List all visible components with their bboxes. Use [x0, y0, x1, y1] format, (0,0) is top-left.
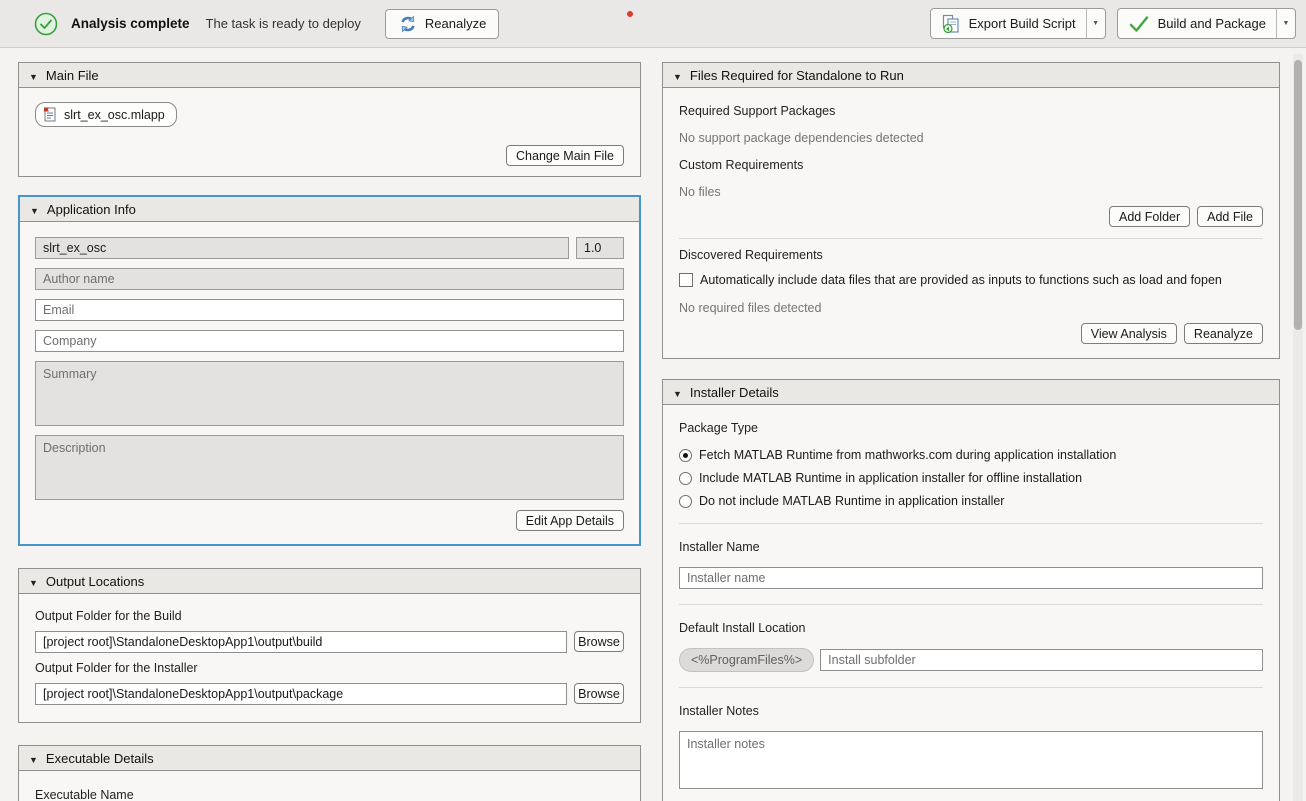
custom-requirements-label: Custom Requirements	[679, 158, 1263, 172]
summary-field[interactable]	[35, 361, 624, 426]
radio-icon	[679, 495, 692, 508]
installer-details-header[interactable]: Installer Details	[663, 380, 1279, 405]
collapse-caret-icon	[673, 385, 682, 400]
status-title: Analysis complete	[71, 16, 190, 31]
reanalyze-toolbar-label: Reanalyze	[425, 16, 486, 31]
collapse-caret-icon	[673, 68, 682, 83]
main-file-section: Main File slrt_ex_osc.mlapp Change Main …	[18, 62, 641, 177]
reanalyze-toolbar-button[interactable]: Reanalyze	[385, 9, 499, 39]
reanalyze-section-button[interactable]: Reanalyze	[1184, 323, 1263, 344]
section-divider	[679, 238, 1263, 239]
build-folder-label: Output Folder for the Build	[35, 609, 624, 623]
vertical-scrollbar[interactable]	[1293, 54, 1303, 801]
email-field[interactable]	[35, 299, 624, 321]
export-dropdown-arrow-icon[interactable]	[1086, 9, 1105, 38]
export-build-script-label: Export Build Script	[969, 16, 1076, 31]
radio-include-runtime-label: Include MATLAB Runtime in application in…	[699, 471, 1082, 485]
installer-notes-input[interactable]	[679, 731, 1263, 789]
section-divider	[679, 687, 1263, 688]
section-divider	[679, 523, 1263, 524]
add-folder-button[interactable]: Add Folder	[1109, 206, 1190, 227]
radio-no-runtime-label: Do not include MATLAB Runtime in applica…	[699, 494, 1004, 508]
files-required-title: Files Required for Standalone to Run	[690, 68, 904, 83]
build-and-package-label: Build and Package	[1158, 16, 1266, 31]
installer-folder-input[interactable]	[35, 683, 567, 705]
output-locations-header[interactable]: Output Locations	[19, 569, 640, 594]
main-file-title: Main File	[46, 68, 99, 83]
export-script-icon	[941, 14, 961, 34]
main-file-header[interactable]: Main File	[19, 63, 640, 88]
browse-build-button[interactable]: Browse	[574, 631, 624, 652]
required-support-packages-label: Required Support Packages	[679, 104, 1263, 118]
task-content: Main File slrt_ex_osc.mlapp Change Main …	[0, 48, 1306, 801]
installer-name-input[interactable]	[679, 567, 1263, 589]
files-required-section: Files Required for Standalone to Run Req…	[662, 62, 1280, 359]
add-file-button[interactable]: Add File	[1197, 206, 1263, 227]
main-file-chip[interactable]: slrt_ex_osc.mlapp	[35, 102, 177, 127]
radio-fetch-runtime[interactable]: Fetch MATLAB Runtime from mathworks.com …	[679, 448, 1263, 462]
installer-notes-label: Installer Notes	[679, 704, 1263, 718]
change-main-file-button[interactable]: Change Main File	[506, 145, 624, 166]
output-locations-section: Output Locations Output Folder for the B…	[18, 568, 641, 723]
collapse-caret-icon	[29, 68, 38, 83]
custom-requirements-status: No files	[679, 185, 1263, 199]
executable-name-label: Executable Name	[35, 788, 134, 801]
radio-fetch-runtime-label: Fetch MATLAB Runtime from mathworks.com …	[699, 448, 1116, 462]
radio-include-runtime[interactable]: Include MATLAB Runtime in application in…	[679, 471, 1263, 485]
author-name-field[interactable]	[35, 268, 624, 290]
edit-app-details-button[interactable]: Edit App Details	[516, 510, 624, 531]
build-folder-input[interactable]	[35, 631, 567, 653]
discovered-status: No required files detected	[679, 301, 1263, 315]
program-files-chip: <%ProgramFiles%>	[679, 648, 814, 672]
executable-details-title: Executable Details	[46, 751, 154, 766]
collapse-caret-icon	[30, 202, 39, 217]
default-install-location-label: Default Install Location	[679, 621, 1263, 635]
auto-include-checkbox[interactable]	[679, 273, 693, 287]
build-dropdown-arrow-icon[interactable]	[1276, 9, 1295, 38]
browse-installer-button[interactable]: Browse	[574, 683, 624, 704]
analysis-complete-check-icon	[34, 12, 58, 36]
view-analysis-button[interactable]: View Analysis	[1081, 323, 1177, 344]
package-type-label: Package Type	[679, 421, 1263, 435]
main-file-chip-label: slrt_ex_osc.mlapp	[64, 108, 165, 122]
app-name-field[interactable]	[35, 237, 569, 259]
auto-include-label: Automatically include data files that ar…	[700, 273, 1222, 287]
installer-details-title: Installer Details	[690, 385, 779, 400]
application-info-section: Application Info Edit App Details	[18, 195, 641, 546]
application-info-header[interactable]: Application Info	[20, 197, 639, 222]
recording-cursor-dot	[627, 11, 633, 17]
support-packages-status: No support package dependencies detected	[679, 131, 1263, 145]
radio-icon	[679, 472, 692, 485]
installer-name-label: Installer Name	[679, 540, 1263, 554]
toolbar: Analysis complete The task is ready to d…	[0, 0, 1306, 48]
status-subtitle: The task is ready to deploy	[206, 16, 361, 31]
radio-icon	[679, 449, 692, 462]
section-divider	[679, 604, 1263, 605]
refresh-icon	[398, 14, 418, 34]
executable-details-header[interactable]: Executable Details	[19, 746, 640, 771]
executable-details-section: Executable Details Executable Name	[18, 745, 641, 801]
app-version-field[interactable]	[576, 237, 624, 259]
description-field[interactable]	[35, 435, 624, 500]
files-required-header[interactable]: Files Required for Standalone to Run	[663, 63, 1279, 88]
output-locations-title: Output Locations	[46, 574, 144, 589]
collapse-caret-icon	[29, 574, 38, 589]
collapse-caret-icon	[29, 751, 38, 766]
installer-folder-label: Output Folder for the Installer	[35, 661, 624, 675]
company-field[interactable]	[35, 330, 624, 352]
discovered-requirements-label: Discovered Requirements	[679, 248, 1263, 262]
build-and-package-button[interactable]: Build and Package	[1117, 8, 1296, 39]
green-check-icon	[1128, 14, 1150, 34]
installer-details-section: Installer Details Package Type Fetch MAT…	[662, 379, 1280, 801]
export-build-script-button[interactable]: Export Build Script	[930, 8, 1106, 39]
application-info-title: Application Info	[47, 202, 136, 217]
scrollbar-thumb[interactable]	[1294, 60, 1302, 330]
mlapp-file-icon	[42, 106, 58, 123]
left-column: Main File slrt_ex_osc.mlapp Change Main …	[18, 62, 641, 801]
install-subfolder-input[interactable]	[820, 649, 1263, 671]
right-column: Files Required for Standalone to Run Req…	[662, 62, 1280, 801]
radio-no-runtime[interactable]: Do not include MATLAB Runtime in applica…	[679, 494, 1263, 508]
